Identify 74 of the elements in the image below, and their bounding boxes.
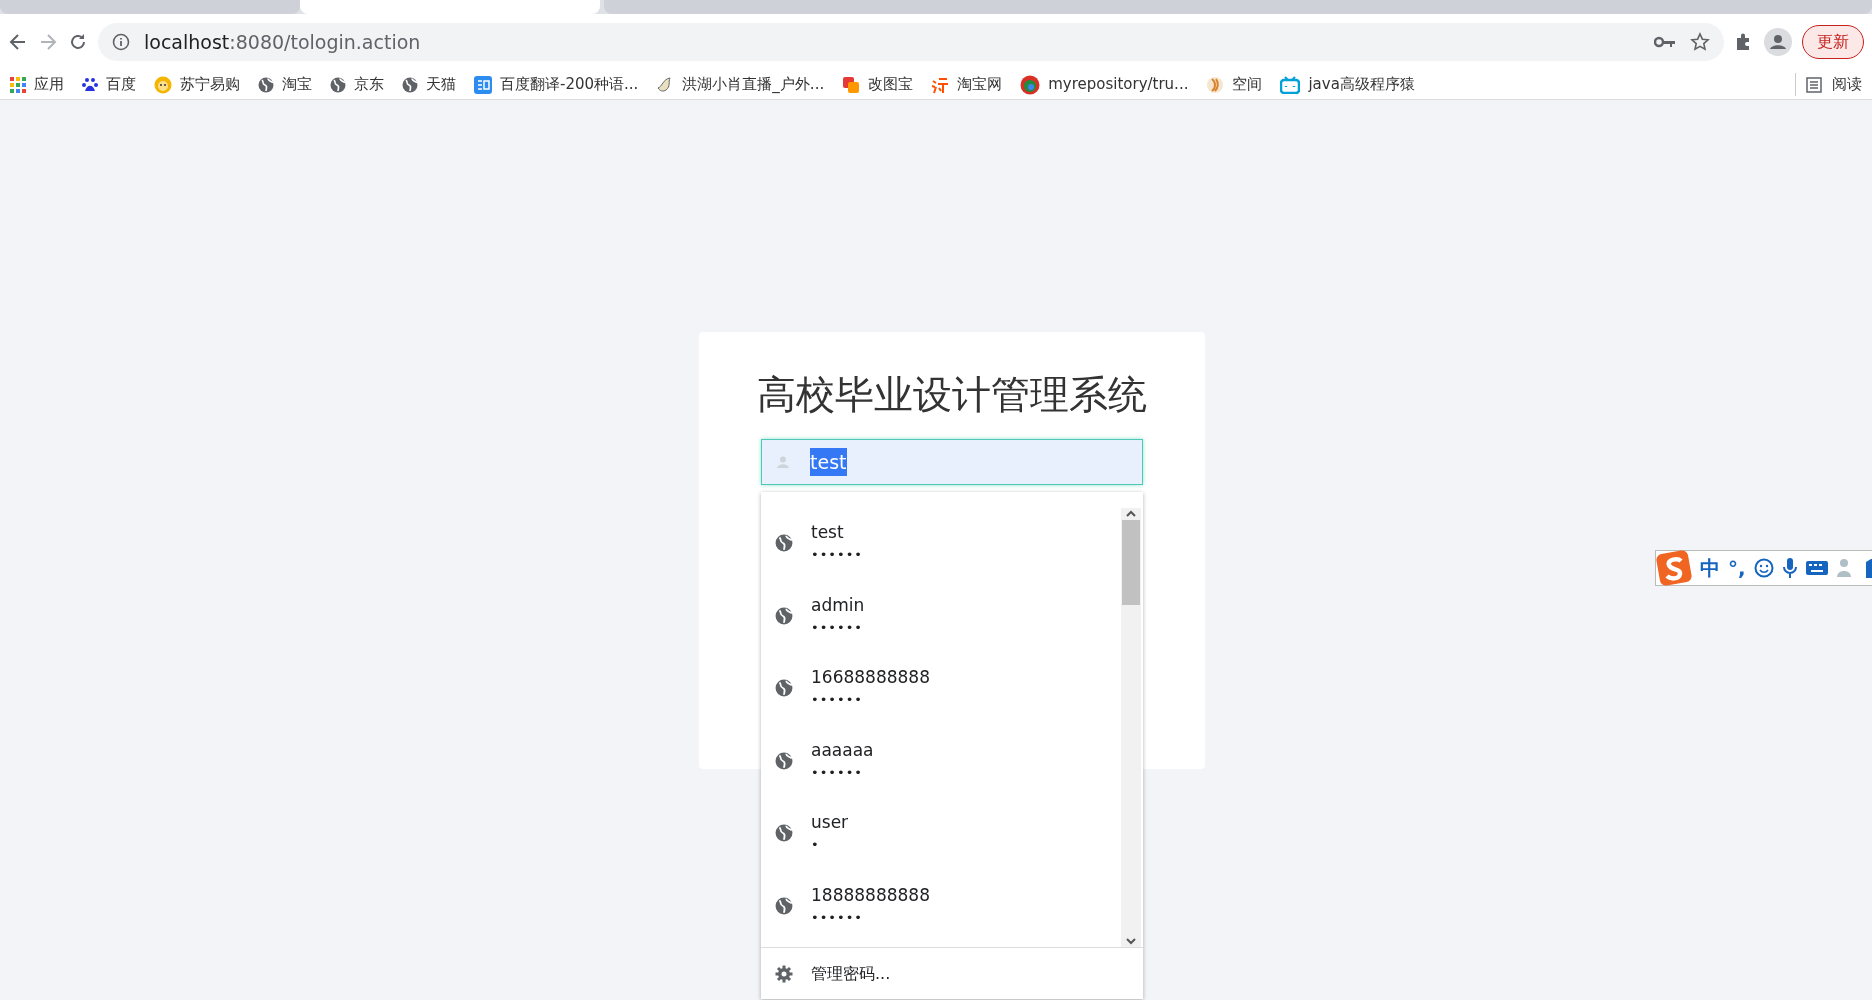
bookmark-link[interactable]: 淘宝 (258, 73, 312, 96)
globe-icon (775, 606, 793, 625)
saved-username: admin (811, 593, 865, 617)
manage-passwords-item[interactable]: 管理密码... (761, 947, 1143, 999)
system-title: 高校毕业设计管理系统 (757, 372, 1147, 419)
masked-password: •••••• (811, 763, 864, 782)
microphone-icon[interactable] (1781, 557, 1798, 579)
bookmark-link[interactable]: 洪湖小肖直播_户外... (656, 73, 825, 96)
globe-icon (775, 751, 793, 770)
reading-list-button[interactable]: 阅读 (1795, 73, 1862, 96)
scrollbar-track[interactable] (1121, 508, 1141, 947)
bookmark-icon (931, 75, 950, 94)
masked-password: •••••• (811, 908, 864, 927)
info-icon[interactable] (112, 33, 130, 51)
key-icon[interactable] (1654, 35, 1676, 49)
saved-username: user (811, 811, 849, 835)
saved-login-item[interactable]: 16688888888 •••••• (761, 652, 1121, 725)
reload-icon[interactable] (68, 32, 88, 52)
masked-password: •••••• (811, 618, 864, 637)
globe-icon (330, 76, 346, 93)
apps-icon (10, 76, 26, 93)
ime-mode-toggle[interactable]: 中 (1700, 553, 1720, 583)
address-bar[interactable]: localhost:8080/tologin.action (98, 23, 1724, 61)
swirl-icon (1206, 75, 1225, 94)
bookmark-link[interactable]: 空间 (1206, 73, 1263, 96)
masked-password: •••••• (811, 546, 863, 565)
saved-login-item[interactable]: admin •••••• (761, 579, 1121, 652)
bookmark-link[interactable]: 百度 (82, 73, 136, 96)
bookmark-link[interactable]: 苏宁易购 (154, 73, 240, 96)
saved-login-item[interactable]: user • (761, 797, 1121, 870)
saved-login-item[interactable]: aaaaaa •••••• (761, 724, 1121, 797)
username-field[interactable]: test (761, 438, 1143, 485)
globe-icon (775, 534, 793, 553)
bookmark-link[interactable]: 天猫 (402, 73, 456, 96)
saved-username: 18888888888 (811, 883, 930, 907)
globe-icon (775, 896, 793, 915)
masked-password: • (811, 836, 821, 855)
bookmark-link[interactable]: 京东 (330, 73, 384, 96)
punctuation-toggle[interactable]: °, (1728, 553, 1746, 583)
saved-username: aaaaaa (811, 738, 874, 762)
gear-icon (775, 964, 793, 983)
saved-login-item[interactable]: test •••••• (761, 507, 1121, 580)
bookmark-link[interactable]: 应用 (10, 73, 64, 96)
saved-username: test (811, 521, 845, 545)
star-icon[interactable] (1690, 32, 1710, 52)
url-text: localhost:8080/tologin.action (144, 29, 421, 55)
globe-icon (402, 76, 418, 93)
list-icon (1806, 76, 1822, 93)
update-button[interactable]: 更新 (1802, 25, 1864, 59)
profile-icon[interactable] (1764, 28, 1792, 56)
keyboard-icon[interactable] (1805, 560, 1828, 576)
bookmark-link[interactable]: java高级程序猿 (1280, 73, 1415, 96)
bookmark-link[interactable]: myrepository/tru... (1020, 73, 1189, 96)
globe-icon (775, 824, 793, 843)
saved-login-item[interactable]: 18888888888 •••••• (761, 869, 1121, 942)
globe-icon (258, 76, 274, 93)
user-icon (776, 454, 790, 469)
smiley-icon[interactable] (1753, 558, 1774, 578)
saved-username: 16688888888 (811, 666, 930, 690)
bookmark-link[interactable]: 改图宝 (842, 73, 914, 96)
masked-password: •••••• (811, 691, 864, 710)
bookmark-link[interactable]: 百度翻译-200种语... (474, 73, 639, 96)
translate-icon (474, 75, 492, 94)
back-icon[interactable] (8, 32, 28, 52)
lion-icon (154, 75, 172, 94)
squares-icon (842, 75, 861, 94)
paw-icon (82, 76, 98, 93)
ime-logo-icon[interactable] (1656, 550, 1692, 586)
scroll-down-icon[interactable] (1125, 935, 1137, 947)
bookmark-link[interactable]: 淘宝网 (931, 73, 1003, 96)
tv-icon (1280, 75, 1301, 94)
circle-logo-icon (1020, 74, 1041, 95)
scrollbar-thumb[interactable] (1122, 520, 1140, 605)
globe-icon (775, 679, 793, 698)
